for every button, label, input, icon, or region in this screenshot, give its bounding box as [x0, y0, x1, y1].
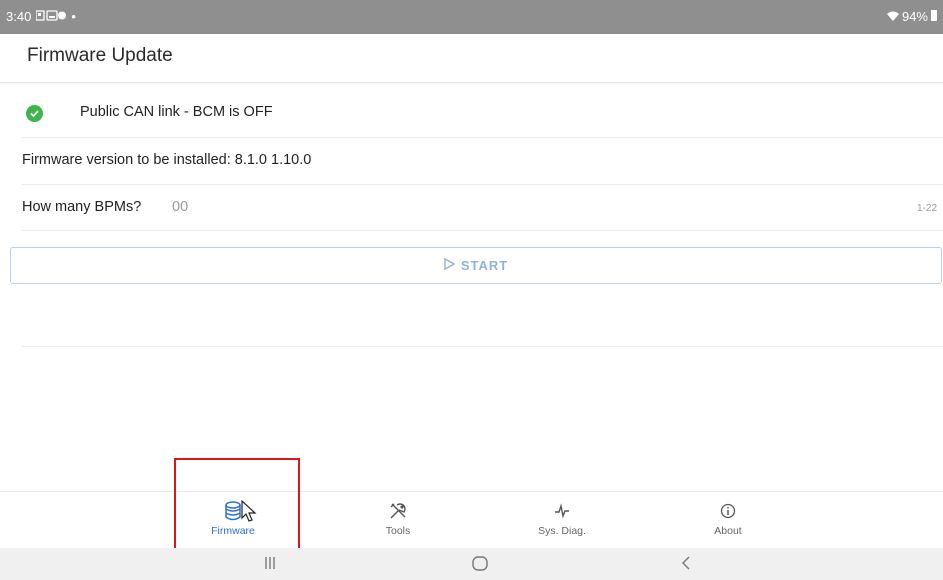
- nav-label-tools: Tools: [385, 525, 411, 537]
- app-bar: Firmware Update: [0, 34, 943, 83]
- mouse-cursor-icon: [238, 499, 258, 531]
- battery-percent: 94%: [901, 9, 928, 24]
- firmware-version-row: Firmware version to be installed: 8.1.0 …: [22, 137, 943, 185]
- recent-apps-icon[interactable]: [264, 556, 276, 575]
- firmware-version-text: Firmware version to be installed: 8.1.0 …: [22, 152, 312, 168]
- notification-icon: [35, 9, 67, 24]
- content-divider: [22, 346, 943, 347]
- wifi-icon: [886, 9, 899, 24]
- status-dot-icon: •: [71, 9, 76, 24]
- nav-item-tools[interactable]: Tools: [348, 500, 448, 537]
- nav-label-sys-diag: Sys. Diag.: [538, 525, 586, 537]
- status-bar-right: 94%: [886, 9, 937, 24]
- can-status-row: Public CAN link - BCM is OFF: [22, 94, 943, 134]
- bpm-count-input[interactable]: 00: [172, 199, 188, 215]
- start-button-label: START: [460, 258, 509, 273]
- play-icon: [444, 257, 456, 273]
- bpm-range-hint: 1-22: [916, 203, 937, 214]
- page-title: Firmware Update: [27, 45, 173, 66]
- status-bar-left: 3:40 •: [6, 9, 76, 24]
- battery-icon: [931, 9, 937, 24]
- can-status-text: Public CAN link - BCM is OFF: [80, 104, 273, 120]
- bpm-count-row[interactable]: How many BPMs? 00 1-22: [22, 185, 943, 231]
- pulse-icon: [512, 500, 612, 522]
- start-button[interactable]: START: [10, 247, 942, 284]
- nav-item-sys-diag[interactable]: Sys. Diag.: [512, 500, 612, 537]
- info-icon: [678, 500, 778, 522]
- status-time: 3:40: [6, 9, 32, 24]
- status-bar: 3:40 • 94%: [0, 0, 943, 34]
- tools-icon: [348, 500, 448, 522]
- check-circle-icon: [26, 105, 43, 122]
- home-icon[interactable]: [472, 556, 488, 576]
- bottom-nav: Firmware Tools Sys. Diag. About: [0, 491, 943, 549]
- back-icon[interactable]: [681, 556, 691, 575]
- nav-item-about[interactable]: About: [678, 500, 778, 537]
- bpm-count-label: How many BPMs?: [22, 199, 142, 215]
- nav-label-about: About: [714, 525, 742, 537]
- system-nav-bar: [0, 548, 943, 580]
